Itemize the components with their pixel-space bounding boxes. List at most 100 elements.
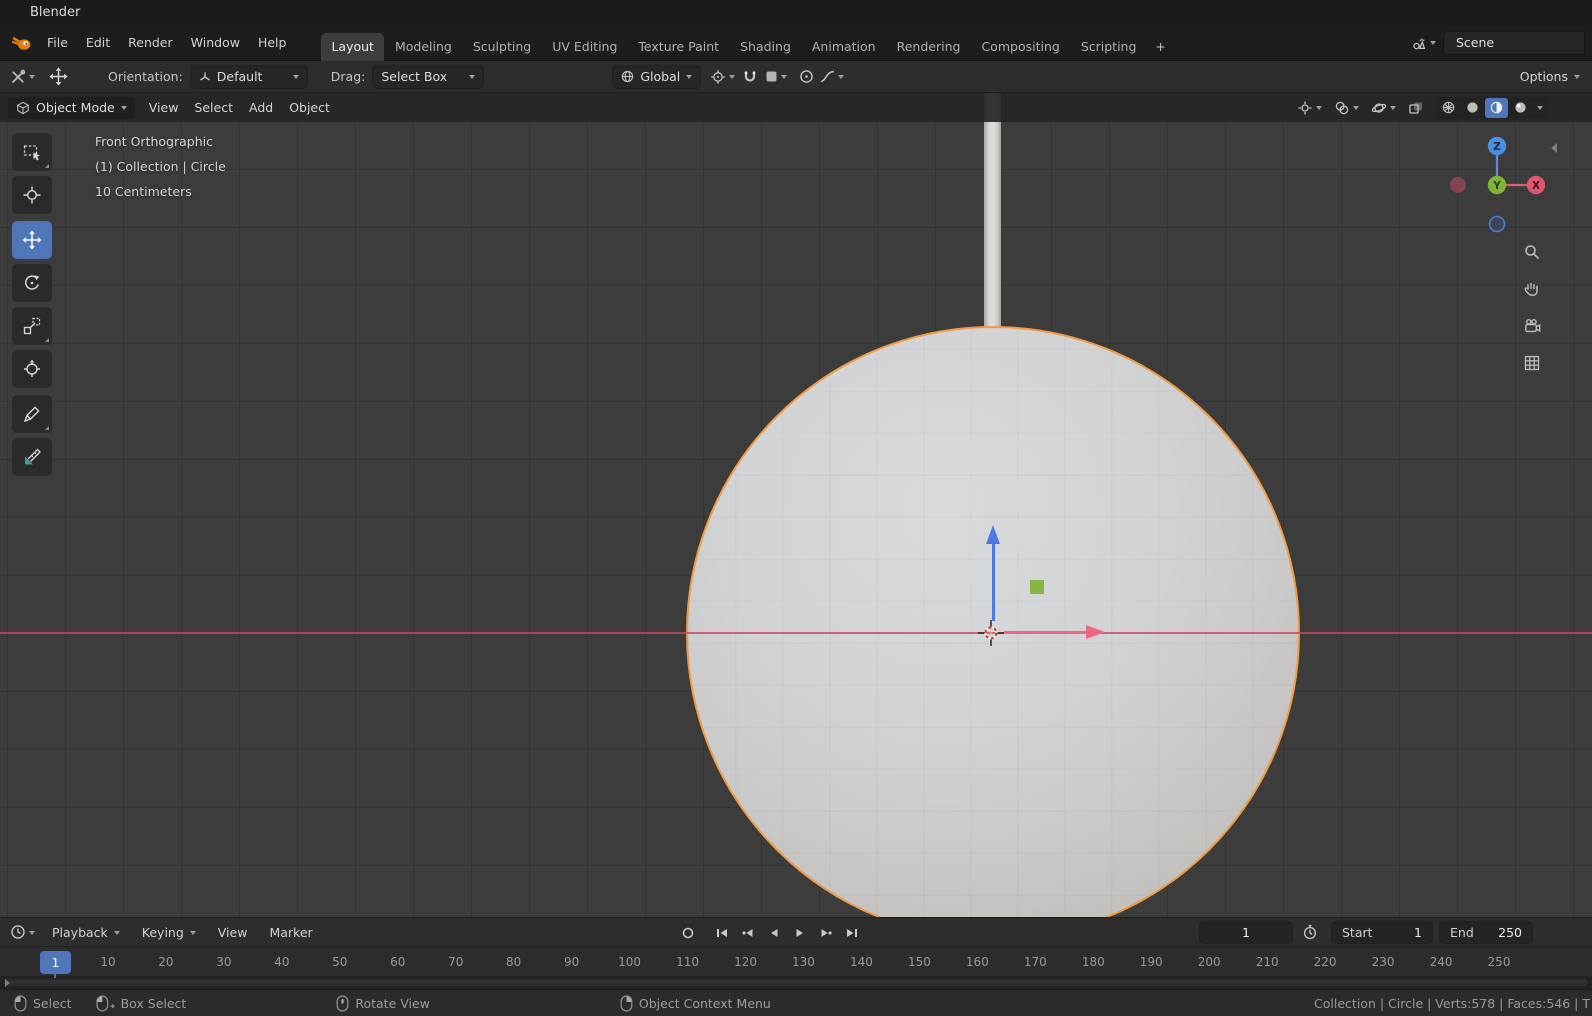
auto-key-button[interactable] [676, 922, 700, 944]
jump-to-end-button[interactable] [840, 922, 864, 944]
viewport-menu-select[interactable]: Select [186, 96, 241, 119]
chevron-down-icon [781, 75, 788, 79]
editor-type-button[interactable] [10, 69, 35, 85]
ruler-tick-200: 200 [1197, 955, 1221, 969]
move-gizmo-x-arrow[interactable] [1004, 631, 1086, 634]
navigation-gizmo[interactable]: Z Y X [1449, 137, 1545, 233]
transform-orientation-dropdown[interactable]: Global [613, 65, 701, 88]
play-button[interactable] [788, 922, 812, 944]
pan-button[interactable] [1519, 276, 1545, 302]
timeline-menu-view[interactable]: View [209, 921, 257, 944]
ruler-tick-230: 230 [1371, 955, 1395, 969]
menu-render[interactable]: Render [119, 31, 182, 54]
move-gizmo-x-arrowhead[interactable] [1086, 625, 1105, 639]
tool-cursor[interactable] [12, 176, 52, 214]
ruler-tick-220: 220 [1313, 955, 1337, 969]
use-preview-range-button[interactable] [1302, 924, 1318, 944]
camera-view-button[interactable] [1519, 313, 1545, 339]
tab-layout[interactable]: Layout [321, 32, 384, 61]
move-gizmo-z-arrow[interactable] [991, 543, 995, 621]
falloff-button[interactable] [820, 70, 845, 83]
xray-toggle-button[interactable] [1408, 100, 1424, 116]
ruler-tick-180: 180 [1081, 955, 1105, 969]
menu-help[interactable]: Help [249, 31, 296, 54]
tab-rendering[interactable]: Rendering [887, 33, 971, 61]
mode-dropdown[interactable]: Object Mode [8, 96, 135, 119]
blender-logo-icon[interactable] [12, 35, 32, 51]
timeline-ruler[interactable]: 1 11020304050607080901001101201301401501… [0, 946, 1592, 978]
snap-settings-button[interactable] [765, 70, 788, 83]
region-collapse-arrow-icon[interactable] [1551, 143, 1557, 153]
axis-z-ball[interactable]: Z [1487, 137, 1507, 156]
transform-orientation-value: Global [640, 69, 681, 84]
status-bar: Select Box Select Rotate View Object Contex… [0, 989, 1592, 1016]
tool-measure[interactable] [12, 438, 52, 476]
timeline-menu-marker[interactable]: Marker [260, 921, 321, 944]
next-keyframe-button[interactable] [814, 922, 838, 944]
tool-move[interactable] [12, 221, 52, 259]
viewport-menu-object[interactable]: Object [281, 96, 338, 119]
pivot-point-button[interactable] [710, 69, 736, 85]
timeline-menu-playback[interactable]: Playback [43, 921, 129, 944]
tool-transform[interactable] [12, 350, 52, 388]
tab-sculpting[interactable]: Sculpting [463, 33, 541, 61]
menu-file[interactable]: File [38, 31, 77, 54]
shading-rendered-button[interactable] [1509, 98, 1532, 118]
axis-negative-z-ball[interactable] [1488, 215, 1506, 233]
options-button[interactable]: Options [1520, 69, 1580, 84]
orientation-dropdown[interactable]: Default [190, 65, 307, 88]
shading-wireframe-button[interactable] [1437, 98, 1460, 118]
frame-end-field[interactable]: End 250 [1440, 922, 1532, 943]
add-workspace-button[interactable]: + [1147, 33, 1173, 61]
tab-uv-editing[interactable]: UV Editing [542, 33, 627, 61]
tool-select-box[interactable] [12, 133, 52, 171]
move-gizmo-y-handle[interactable] [1030, 580, 1044, 594]
tool-rotate[interactable] [12, 264, 52, 302]
playhead[interactable]: 1 [40, 951, 71, 978]
tool-annotate[interactable] [12, 395, 52, 433]
frame-start-field[interactable]: Start 1 [1332, 922, 1432, 943]
timeline-scrollbar[interactable] [0, 976, 1592, 989]
status-hint-box-select: Box Select [95, 994, 186, 1012]
tab-shading[interactable]: Shading [730, 33, 801, 61]
shading-solid-button[interactable] [1461, 98, 1484, 118]
menu-edit[interactable]: Edit [77, 31, 119, 54]
menu-window[interactable]: Window [182, 31, 249, 54]
scene-name-field[interactable]: Scene [1444, 31, 1584, 54]
tab-scripting[interactable]: Scripting [1071, 33, 1147, 61]
timeline-editor-type-button[interactable] [10, 924, 35, 940]
orbit-spheres-button[interactable] [1371, 100, 1396, 116]
axis-x-ball[interactable]: X [1526, 175, 1545, 195]
play-reverse-button[interactable] [762, 922, 786, 944]
tab-texture-paint[interactable]: Texture Paint [628, 33, 729, 61]
zoom-button[interactable] [1519, 239, 1545, 265]
record-icon [682, 927, 694, 938]
tool-scale[interactable] [12, 307, 52, 345]
prev-keyframe-button[interactable] [736, 922, 760, 944]
move-gizmo-z-arrowhead[interactable] [986, 525, 1000, 544]
tab-compositing[interactable]: Compositing [971, 33, 1069, 61]
jump-to-start-button[interactable] [710, 922, 734, 944]
drag-dropdown[interactable]: Select Box [373, 65, 484, 88]
viewport-canvas[interactable]: Front Orthographic (1) Collection | Circ… [0, 93, 1592, 917]
scene-browse-button[interactable] [1411, 35, 1436, 51]
show-overlays-button[interactable] [1334, 100, 1359, 116]
tab-animation[interactable]: Animation [802, 33, 886, 61]
viewport-menu-add[interactable]: Add [241, 96, 281, 119]
axis-negative-x-ball[interactable] [1450, 177, 1466, 193]
viewport-menu-view[interactable]: View [141, 96, 187, 119]
region-expand-icon[interactable] [5, 979, 10, 987]
current-frame-field[interactable]: 1 [1200, 922, 1292, 943]
show-gizmo-button[interactable] [1297, 100, 1322, 116]
tab-modeling[interactable]: Modeling [385, 33, 462, 61]
axis-y-ball[interactable]: Y [1487, 175, 1507, 195]
chevron-down-icon [292, 75, 299, 79]
cylinder-object[interactable] [984, 93, 1001, 336]
ruler-tick-190: 190 [1139, 955, 1163, 969]
scrollbar-thumb[interactable] [4, 979, 1588, 986]
toggle-ortho-button[interactable] [1519, 350, 1545, 376]
shading-material-button[interactable] [1485, 97, 1508, 118]
timeline-menu-keying[interactable]: Keying [133, 921, 205, 944]
proportional-edit-button[interactable] [799, 69, 814, 84]
snap-toggle-button[interactable] [743, 70, 757, 84]
